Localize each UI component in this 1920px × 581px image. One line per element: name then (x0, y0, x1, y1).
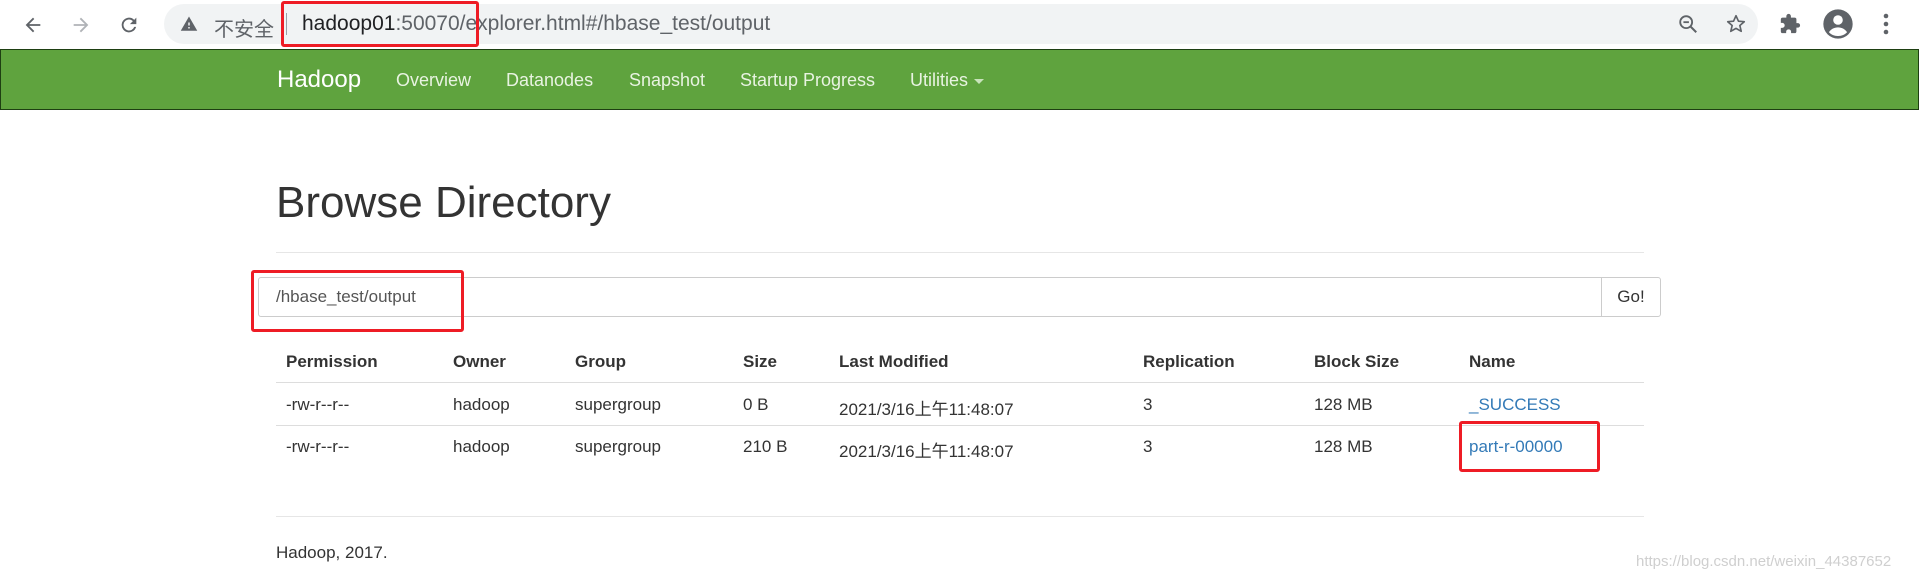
cell-owner: hadoop (453, 437, 510, 456)
watermark: https://blog.csdn.net/weixin_44387652 (1636, 553, 1892, 570)
cell-permission: -rw-r--r-- (286, 437, 350, 456)
title-divider (276, 252, 1644, 253)
page-title: Browse Directory (276, 178, 611, 227)
col-size[interactable]: Size (743, 352, 777, 372)
cell-size: 0 B (743, 395, 769, 414)
cell-block-size: 128 MB (1314, 395, 1373, 414)
cell-last-modified: 2021/3/16上午11:48:07 (839, 442, 1014, 461)
caret-down-icon (974, 78, 985, 84)
account-icon[interactable] (1820, 6, 1856, 42)
footer-text: Hadoop, 2017. (276, 543, 388, 562)
zoom-out-icon[interactable] (1672, 8, 1704, 40)
nav-datanodes[interactable]: Datanodes (506, 70, 593, 91)
col-owner[interactable]: Owner (453, 352, 506, 372)
kebab-menu-icon[interactable] (1868, 6, 1904, 42)
col-block-size[interactable]: Block Size (1314, 352, 1399, 372)
cell-permission: -rw-r--r-- (286, 395, 350, 414)
security-label[interactable]: 不安全 (214, 13, 274, 42)
annotation-box-directory (251, 270, 464, 332)
nav-utilities[interactable]: Utilities (910, 70, 985, 91)
col-permission[interactable]: Permission (286, 352, 378, 372)
cell-group: supergroup (575, 437, 662, 456)
cell-block-size: 128 MB (1314, 437, 1373, 456)
cell-last-modified: 2021/3/16上午11:48:07 (839, 400, 1014, 419)
warning-triangle-icon[interactable] (180, 15, 198, 38)
nav-utilities-label: Utilities (910, 70, 969, 90)
reload-button[interactable] (112, 8, 146, 42)
cell-replication: 3 (1143, 437, 1153, 456)
hadoop-navbar: Hadoop Overview Datanodes Snapshot Start… (0, 49, 1919, 110)
cell-size: 210 B (743, 437, 788, 456)
puzzle-icon[interactable] (1772, 6, 1808, 42)
reload-icon (121, 17, 137, 33)
footer-divider (276, 516, 1644, 517)
navbar-brand[interactable]: Hadoop (277, 66, 361, 94)
col-name[interactable]: Name (1469, 352, 1515, 372)
cell-owner: hadoop (453, 395, 510, 414)
table-row-divider (276, 425, 1644, 426)
url-path: /explorer.html#/hbase_test/output (459, 12, 771, 35)
col-replication[interactable]: Replication (1143, 352, 1235, 372)
cell-replication: 3 (1143, 395, 1153, 414)
nav-startup-progress[interactable]: Startup Progress (740, 70, 875, 91)
col-last-modified[interactable]: Last Modified (839, 352, 949, 372)
nav-overview[interactable]: Overview (396, 70, 471, 91)
table-header-divider (276, 382, 1644, 383)
arrow-right-icon (73, 17, 89, 33)
annotation-box-host (281, 1, 479, 47)
star-icon[interactable] (1720, 8, 1752, 40)
back-button[interactable] (16, 8, 50, 42)
file-link-success[interactable]: _SUCCESS (1469, 395, 1561, 415)
go-button[interactable]: Go! (1601, 277, 1661, 317)
forward-button[interactable] (64, 8, 98, 42)
nav-snapshot[interactable]: Snapshot (629, 70, 705, 91)
cell-group: supergroup (575, 395, 662, 414)
col-group[interactable]: Group (575, 352, 626, 372)
arrow-left-icon (25, 17, 41, 33)
annotation-box-file (1459, 421, 1600, 472)
